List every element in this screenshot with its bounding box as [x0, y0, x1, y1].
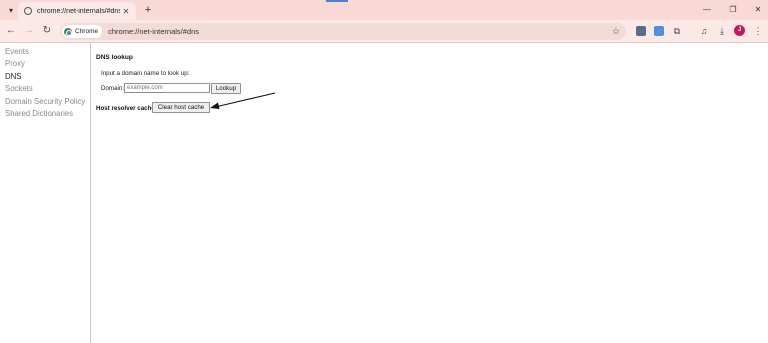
sidebar-item-dns[interactable]: DNS: [0, 71, 90, 83]
domain-input[interactable]: [124, 83, 210, 93]
forward-button[interactable]: →: [22, 24, 36, 38]
main-content: DNS lookup Input a domain name to look u…: [96, 43, 768, 343]
sidebar-item-events[interactable]: Events: [0, 46, 90, 58]
extension-1-icon[interactable]: [636, 26, 646, 36]
profile-avatar[interactable]: J: [734, 25, 745, 36]
download-icon[interactable]: ⤓: [715, 24, 729, 38]
dns-lookup-title: DNS lookup: [96, 54, 133, 61]
tab-close-icon[interactable]: ✕: [120, 7, 132, 16]
bookmark-star-icon[interactable]: ☆: [612, 26, 620, 37]
site-info-chip[interactable]: Chrome: [62, 25, 103, 38]
sidebar-item-sockets[interactable]: Sockets: [0, 83, 90, 95]
close-window-button[interactable]: ✕: [751, 3, 765, 17]
reload-button[interactable]: ↻: [40, 24, 54, 38]
new-tab-button[interactable]: +: [142, 3, 154, 17]
clear-host-cache-button[interactable]: Clear host cache: [152, 102, 210, 113]
extensions-puzzle-icon[interactable]: ⧉: [670, 24, 684, 38]
lookup-prompt: Input a domain name to look up:: [101, 70, 190, 77]
sidebar-item-domain-security-policy[interactable]: Domain Security Policy: [0, 96, 90, 108]
address-bar[interactable]: Chrome chrome://net-internals/#dns ☆: [60, 23, 626, 40]
host-resolver-cache-title: Host resolver cache: [96, 105, 155, 112]
lookup-button[interactable]: Lookup: [211, 83, 241, 94]
domain-label: Domain:: [101, 85, 125, 92]
toolbar: ← → ↻ Chrome chrome://net-internals/#dns…: [0, 20, 768, 43]
sidebar: Events Proxy DNS Sockets Domain Security…: [0, 43, 91, 343]
maximize-button[interactable]: ❐: [726, 3, 740, 17]
back-button[interactable]: ←: [4, 24, 18, 38]
chrome-favicon-icon: [24, 7, 32, 15]
tab-net-internals[interactable]: chrome://net-internals/#dns ✕: [18, 2, 136, 20]
tab-strip: ▾ chrome://net-internals/#dns ✕ + — ❐ ✕: [0, 0, 768, 20]
sidebar-item-shared-dictionaries[interactable]: Shared Dictionaries: [0, 108, 90, 120]
chrome-logo-icon: [64, 27, 72, 36]
media-controls-icon[interactable]: ♫: [697, 24, 711, 38]
url-text[interactable]: chrome://net-internals/#dns: [108, 27, 612, 36]
minimize-button[interactable]: —: [700, 3, 714, 17]
menu-icon[interactable]: ⋮: [751, 24, 765, 38]
sidebar-item-proxy[interactable]: Proxy: [0, 58, 90, 70]
chip-label: Chrome: [75, 28, 99, 35]
tab-search-icon[interactable]: ▾: [4, 3, 18, 17]
window-indicator: [326, 0, 348, 2]
tab-title: chrome://net-internals/#dns: [37, 7, 120, 15]
extension-2-icon[interactable]: [654, 26, 664, 36]
